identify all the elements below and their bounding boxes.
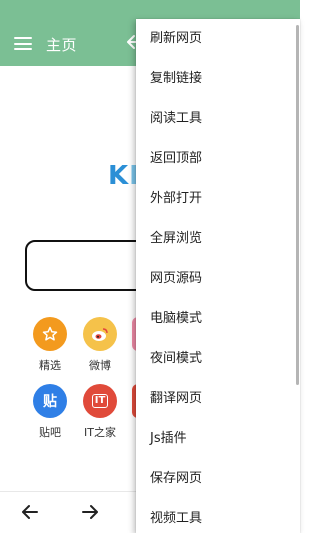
shortcut-label: IT之家 (84, 426, 116, 439)
menu-item-reading-tools[interactable]: 阅读工具 (136, 99, 300, 139)
back-nav-icon[interactable] (21, 504, 39, 520)
logo-letter-1: K (108, 161, 130, 191)
ithome-glyph: IT (91, 394, 109, 408)
tieba-icon: 贴 (33, 384, 67, 418)
menu-scrollbar[interactable] (296, 25, 299, 385)
shortcut-label: 微博 (89, 359, 111, 372)
shortcut-weibo[interactable]: 微博 (70, 317, 130, 373)
shortcut-ithome[interactable]: IT IT之家 (70, 384, 130, 440)
weibo-icon (83, 317, 117, 351)
menu-item-translate[interactable]: 翻译网页 (136, 379, 300, 419)
menu-item-refresh[interactable]: 刷新网页 (136, 19, 300, 59)
star-icon (33, 317, 67, 351)
menu-item-open-external[interactable]: 外部打开 (136, 179, 300, 219)
menu-item-js-plugins[interactable]: Js插件 (136, 419, 300, 459)
overflow-menu: 刷新网页 复制链接 阅读工具 返回顶部 外部打开 全屏浏览 网页源码 电脑模式 … (136, 19, 300, 533)
menu-item-save-page[interactable]: 保存网页 (136, 459, 300, 499)
menu-item-page-source[interactable]: 网页源码 (136, 259, 300, 299)
page-title: 主页 (46, 36, 78, 54)
ithome-icon: IT (83, 384, 117, 418)
menu-item-fullscreen[interactable]: 全屏浏览 (136, 219, 300, 259)
menu-item-night-mode[interactable]: 夜间模式 (136, 339, 300, 379)
menu-item-copy-link[interactable]: 复制链接 (136, 59, 300, 99)
forward-nav-icon[interactable] (81, 504, 99, 520)
hamburger-menu-icon[interactable] (14, 37, 32, 50)
menu-item-back-to-top[interactable]: 返回顶部 (136, 139, 300, 179)
menu-item-video-tools[interactable]: 视频工具 (136, 499, 300, 533)
menu-item-desktop-mode[interactable]: 电脑模式 (136, 299, 300, 339)
